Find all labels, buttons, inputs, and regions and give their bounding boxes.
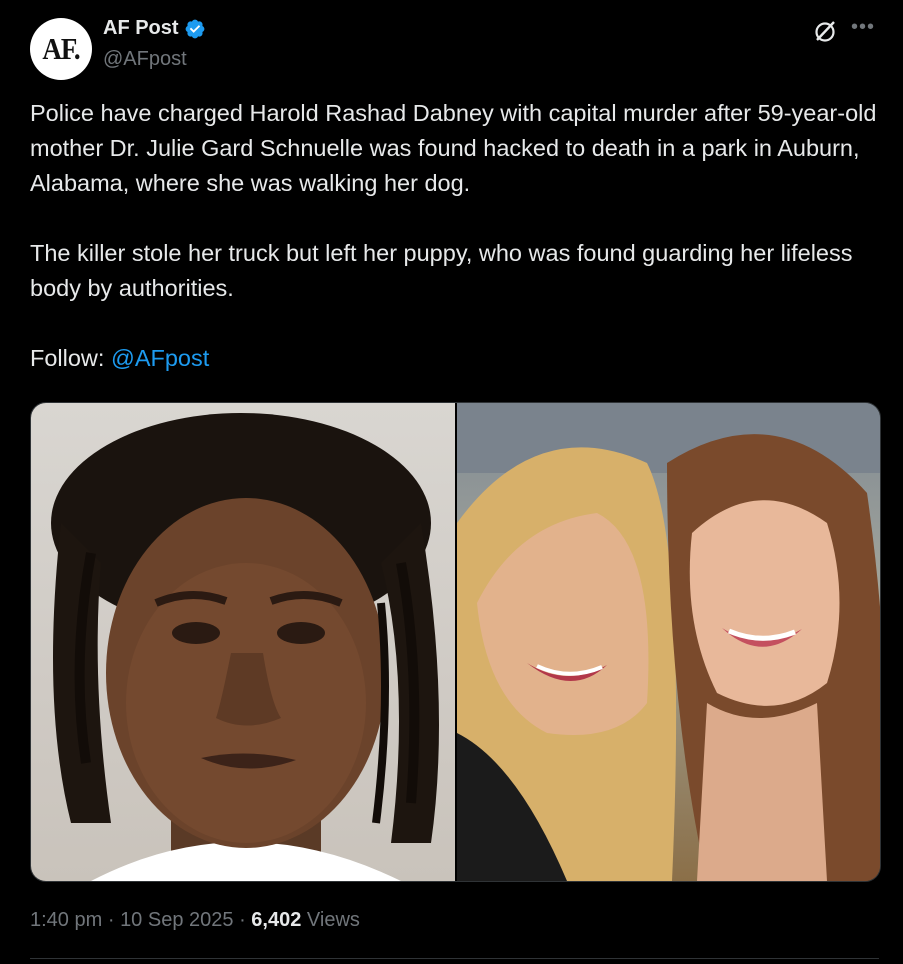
grok-icon[interactable] [813, 18, 839, 44]
divider [30, 958, 879, 959]
views-label: Views [306, 909, 360, 931]
mugshot-photo[interactable] [31, 403, 455, 881]
media-grid [30, 402, 881, 882]
post-meta: 1:40 pm · 10 Sep 2025 · 6,402 Views [30, 909, 360, 932]
post-actions-top: ••• [813, 17, 875, 44]
verified-badge-icon [185, 19, 204, 38]
meta-separator-2: · [239, 909, 246, 931]
avatar[interactable]: AF. [30, 18, 92, 80]
views-count: 6,402 [251, 909, 302, 931]
avatar-logo-text: AF. [42, 31, 80, 66]
post-paragraph-1: Police have charged Harold Rashad Dabney… [30, 100, 877, 196]
author-name-row: AF Post [103, 17, 206, 40]
meta-separator: · [107, 909, 115, 931]
two-women-photo[interactable] [457, 403, 880, 881]
post-paragraph-2: The killer stole her truck but left her … [30, 240, 853, 301]
post-date[interactable]: 10 Sep 2025 [120, 909, 233, 931]
post: AF. AF Post @AFpost ••• Police have char… [0, 0, 903, 964]
post-text: Police have charged Harold Rashad Dabney… [30, 96, 880, 376]
display-name[interactable]: AF Post [103, 17, 179, 40]
follow-mention-link[interactable]: @AFpost [111, 345, 209, 371]
more-options-icon[interactable]: ••• [851, 17, 875, 37]
author-handle[interactable]: @AFpost [103, 48, 187, 71]
post-time[interactable]: 1:40 pm [30, 909, 102, 931]
follow-label: Follow: [30, 345, 105, 371]
follow-line: Follow: @AFpost [30, 341, 880, 376]
two-women-illustration [457, 403, 880, 881]
mugshot-illustration [51, 413, 439, 881]
